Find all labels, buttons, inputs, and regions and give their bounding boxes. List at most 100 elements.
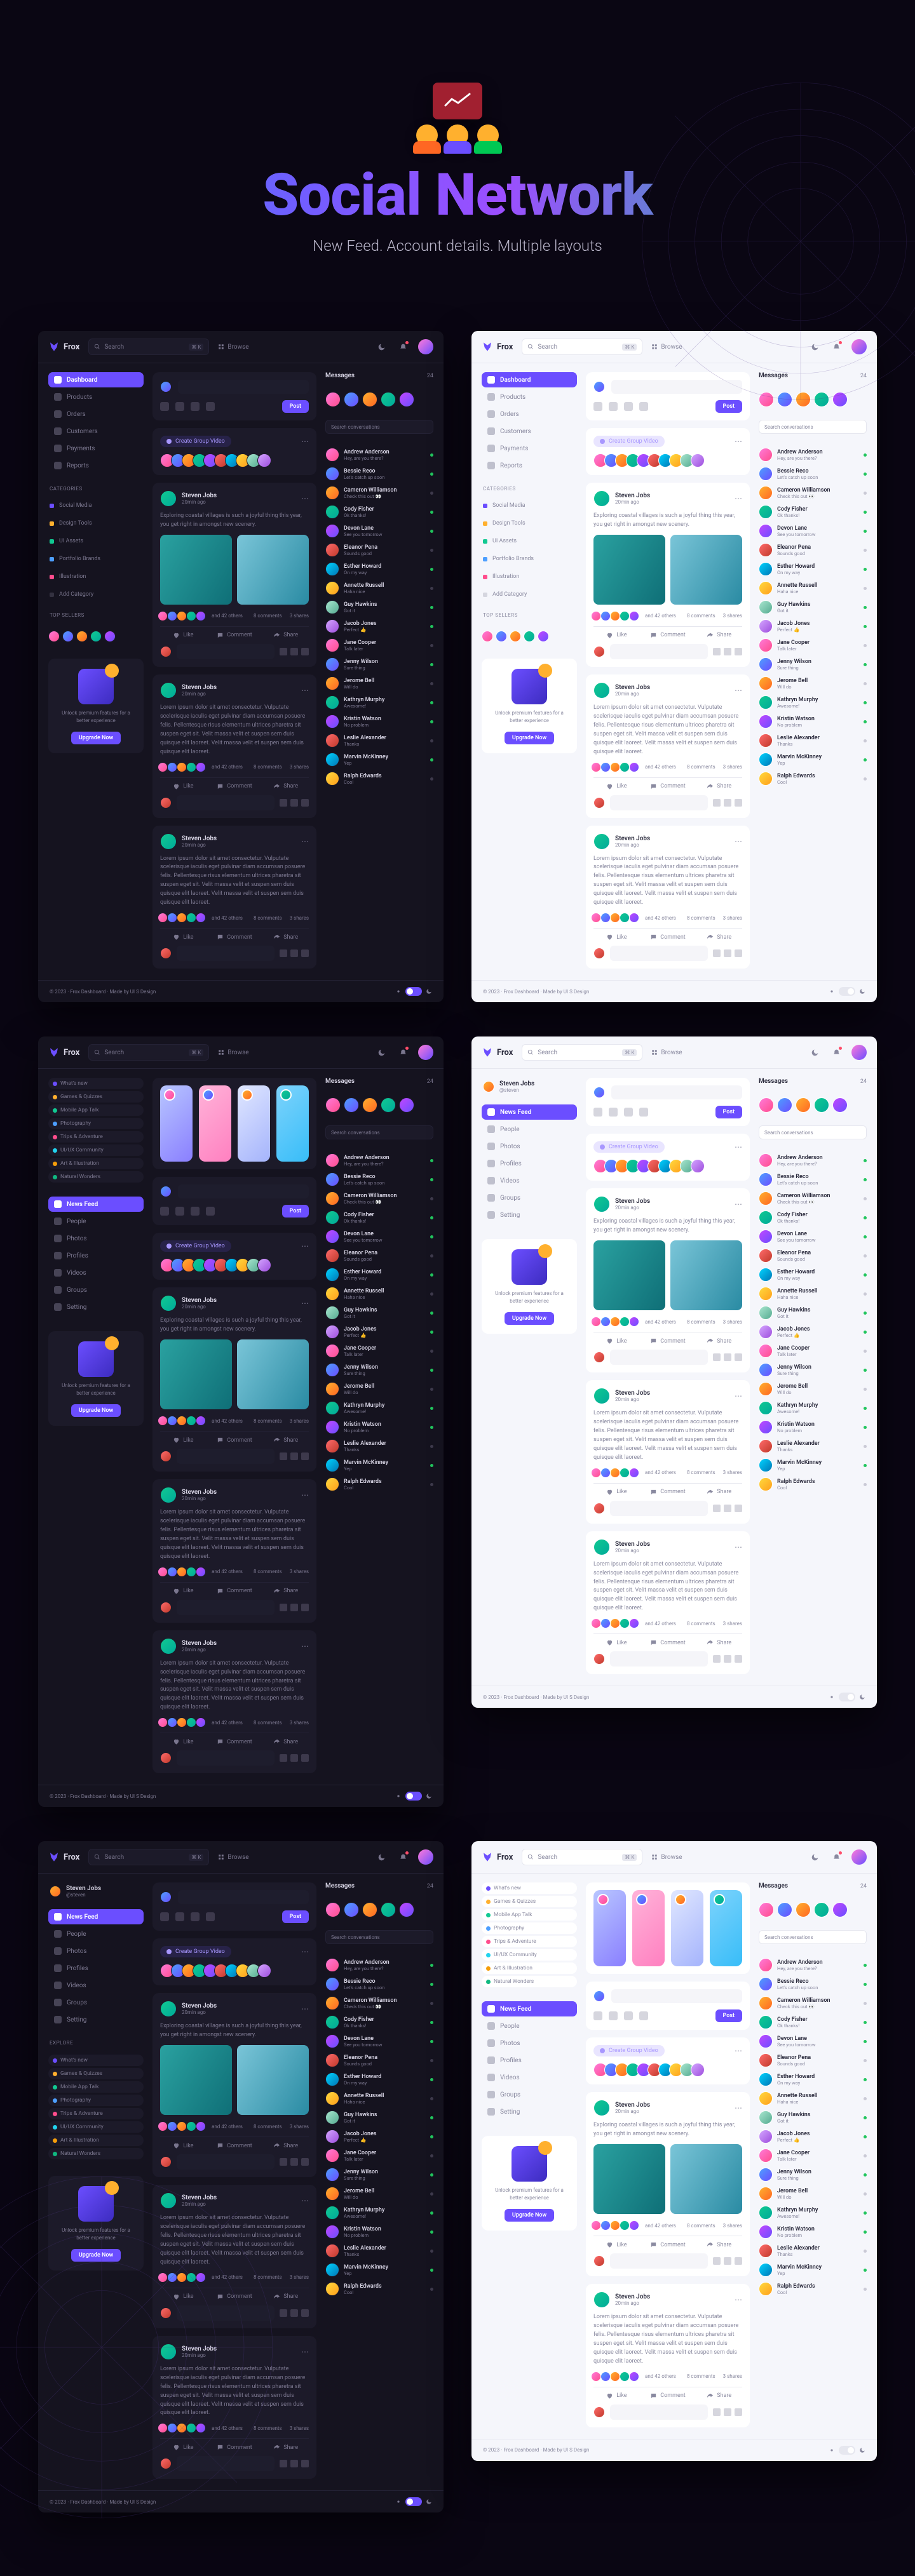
theme-toggle[interactable] <box>829 1693 865 1701</box>
add-category-button[interactable]: Add Category <box>482 589 577 600</box>
like-button[interactable]: Like <box>160 1738 207 1745</box>
post-reactions[interactable]: and 42 others <box>593 913 676 923</box>
gallery-image[interactable] <box>593 535 665 605</box>
category-item[interactable]: Illustration <box>482 572 577 582</box>
link-icon[interactable] <box>191 1912 200 1921</box>
message-item[interactable]: Kathryn MurphyAwesome! <box>759 2203 867 2222</box>
message-item[interactable]: Andrew AndersonHey, are you there? <box>325 1151 433 1170</box>
toggle-switch[interactable] <box>839 1693 855 1701</box>
shares-count[interactable]: 3 shares <box>723 1470 742 1475</box>
brand-logo[interactable]: Frox <box>482 1047 513 1058</box>
message-item[interactable]: Andrew AndersonHey, are you there? <box>325 445 433 464</box>
post-gallery[interactable] <box>160 1339 309 1409</box>
browse-link[interactable]: Browse <box>651 344 682 351</box>
search-input[interactable]: Search ⌘ K <box>88 1044 209 1061</box>
post-reactions[interactable]: and 42 others <box>593 762 676 772</box>
post-reactions[interactable]: and 42 others <box>160 2272 243 2283</box>
gallery-image[interactable] <box>593 2144 665 2214</box>
message-item[interactable]: Devon LaneSee you tomorrow <box>759 1227 867 1246</box>
gallery-image[interactable] <box>237 2045 309 2115</box>
comment-button[interactable]: Comment <box>212 934 258 941</box>
search-input[interactable]: Search ⌘ K <box>88 1849 209 1865</box>
message-item[interactable]: Cameron WilliamsonCheck this out 👀 <box>759 1994 867 2013</box>
post-menu-icon[interactable]: ⋯ <box>301 1299 309 1308</box>
share-button[interactable]: Share <box>262 632 309 639</box>
message-item[interactable]: Leslie AlexanderThanks <box>325 731 433 750</box>
message-item[interactable]: Bessie RecoLet's catch up soon <box>325 1975 433 1994</box>
emoji-icon[interactable] <box>639 1108 648 1117</box>
toggle-switch[interactable] <box>839 2446 855 2455</box>
message-item[interactable]: Cody FisherOk thanks! <box>325 1208 433 1227</box>
sidebar-item-news-feed[interactable]: News Feed <box>482 1104 577 1120</box>
message-item[interactable]: Bessie RecoLet's catch up soon <box>325 1170 433 1189</box>
sidebar-item-profiles[interactable]: Profiles <box>482 2053 577 2068</box>
comment-input[interactable] <box>610 795 708 810</box>
attach-icon[interactable] <box>713 2257 721 2265</box>
explore-pill[interactable]: Mobile App Talk <box>48 1104 144 1116</box>
share-button[interactable]: Share <box>262 783 309 790</box>
post-menu-icon[interactable]: ⋯ <box>301 2347 309 2356</box>
message-item[interactable]: Bessie RecoLet's catch up soon <box>759 1975 867 1994</box>
comments-count[interactable]: 8 comments <box>687 2373 715 2379</box>
comment-input[interactable] <box>610 2253 708 2269</box>
sidebar-item-photos[interactable]: Photos <box>482 2036 577 2051</box>
message-item[interactable]: Jerome BellWill do <box>325 2184 433 2203</box>
post-menu-icon[interactable]: ⋯ <box>735 686 742 695</box>
emoji-icon[interactable] <box>724 648 731 655</box>
comment-input[interactable] <box>177 795 274 810</box>
comments-count[interactable]: 8 comments <box>687 1470 715 1475</box>
comment-button[interactable]: Comment <box>645 2241 691 2248</box>
comments-count[interactable]: 8 comments <box>254 2124 282 2130</box>
emoji-icon[interactable] <box>724 1353 731 1361</box>
share-button[interactable]: Share <box>696 632 742 639</box>
comment-input[interactable] <box>610 946 708 961</box>
attach-icon[interactable] <box>280 949 287 957</box>
message-item[interactable]: Jane CooperTalk later <box>325 2146 433 2165</box>
like-button[interactable]: Like <box>593 934 640 941</box>
explore-pill[interactable]: What's new <box>48 1078 144 1089</box>
message-item[interactable]: Jacob JonesPerfect 👍 <box>759 617 867 636</box>
post-gallery[interactable] <box>593 2144 742 2214</box>
message-item[interactable]: Ralph EdwardsCool <box>325 769 433 788</box>
share-button[interactable]: Share <box>262 1738 309 1745</box>
message-item[interactable]: Cody FisherOk thanks! <box>759 502 867 521</box>
like-button[interactable]: Like <box>593 1338 640 1345</box>
send-icon[interactable] <box>735 1655 742 1663</box>
message-item[interactable]: Ralph EdwardsCool <box>759 1475 867 1494</box>
explore-pill[interactable]: Mobile App Talk <box>482 1909 577 1921</box>
shares-count[interactable]: 3 shares <box>723 1319 742 1325</box>
upgrade-button[interactable]: Upgrade Now <box>505 732 554 744</box>
comment-input[interactable] <box>177 2154 274 2170</box>
comment-button[interactable]: Comment <box>212 1738 258 1745</box>
post-menu-icon[interactable]: ⋯ <box>735 1200 742 1209</box>
sidebar-item-videos[interactable]: Videos <box>482 2070 577 2085</box>
attach-icon[interactable] <box>713 2408 721 2416</box>
send-icon[interactable] <box>735 799 742 807</box>
attach-icon[interactable] <box>713 1353 721 1361</box>
messages-search[interactable]: Search conversations <box>759 1125 867 1139</box>
post-button[interactable]: Post <box>715 400 742 413</box>
comments-count[interactable]: 8 comments <box>254 915 282 921</box>
message-item[interactable]: Ralph EdwardsCool <box>759 2279 867 2298</box>
emoji-icon[interactable] <box>290 648 298 655</box>
comments-count[interactable]: 8 comments <box>254 2425 282 2431</box>
share-button[interactable]: Share <box>696 1338 742 1345</box>
browse-link[interactable]: Browse <box>218 1854 248 1861</box>
send-icon[interactable] <box>301 2158 309 2166</box>
explore-pill[interactable]: Photography <box>48 2095 144 2106</box>
comments-count[interactable]: 8 comments <box>254 613 282 619</box>
post-author[interactable]: Steven Jobs <box>182 1640 217 1647</box>
user-avatar[interactable] <box>418 1849 433 1865</box>
gallery-image[interactable] <box>670 535 742 605</box>
shares-count[interactable]: 3 shares <box>290 2274 309 2280</box>
comment-button[interactable]: Comment <box>645 632 691 639</box>
post-menu-icon[interactable]: ⋯ <box>735 494 742 503</box>
sidebar-item-videos[interactable]: Videos <box>482 1173 577 1188</box>
post-author[interactable]: Steven Jobs <box>615 1198 650 1205</box>
message-item[interactable]: Guy HawkinsGot it <box>325 2108 433 2127</box>
category-item[interactable]: UI Assets <box>482 536 577 546</box>
post-author[interactable]: Steven Jobs <box>615 1390 650 1397</box>
post-button[interactable]: Post <box>282 400 309 413</box>
message-item[interactable]: Cody FisherOk thanks! <box>759 2013 867 2032</box>
like-button[interactable]: Like <box>593 1639 640 1646</box>
